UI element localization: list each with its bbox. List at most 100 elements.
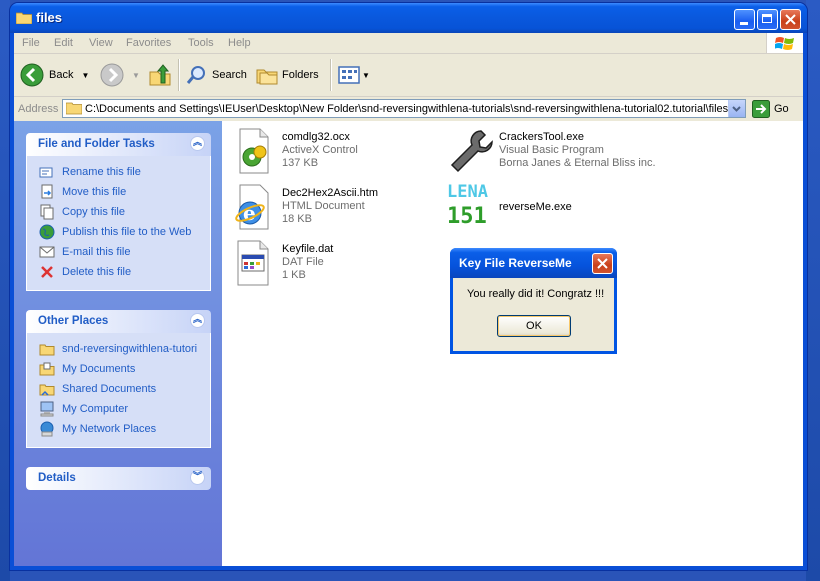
title-bar[interactable]: files xyxy=(10,3,807,33)
minimize-button[interactable] xyxy=(734,9,755,30)
dialog-close-button[interactable] xyxy=(592,253,613,274)
task-label: Move this file xyxy=(62,186,127,198)
window-body: File Edit View Favorites Tools Help Back… xyxy=(14,33,803,566)
copy-icon xyxy=(40,204,54,220)
file-folder-tasks-panel: File and Folder Tasks ︽ Rename this file… xyxy=(26,133,211,291)
file-name: Dec2Hex2Ascii.htm xyxy=(282,187,378,199)
shared-folder-icon xyxy=(39,384,55,396)
toolbar-separator xyxy=(330,59,332,91)
folder-icon xyxy=(66,102,82,115)
file-company: Borna Janes & Eternal Bliss inc. xyxy=(499,157,656,169)
place-parent-folder[interactable]: snd-reversingwithlena-tutori xyxy=(27,339,210,359)
task-label: Copy this file xyxy=(62,206,125,218)
up-folder-button[interactable] xyxy=(148,62,172,88)
ok-button[interactable]: OK xyxy=(497,315,571,337)
chevron-down-icon xyxy=(732,106,741,112)
menu-edit[interactable]: Edit xyxy=(54,37,73,49)
up-folder-icon xyxy=(149,64,171,86)
collapse-icon[interactable]: ︽ xyxy=(190,136,205,151)
desktop-left-edge xyxy=(0,0,10,581)
task-email[interactable]: E-mail this file xyxy=(27,242,210,262)
task-copy[interactable]: Copy this file xyxy=(27,202,210,222)
back-label: Back xyxy=(49,69,74,81)
other-places-panel: Other Places ︽ snd-reversingwithlena-tut… xyxy=(26,310,211,448)
forward-button[interactable]: ▼ xyxy=(100,62,140,88)
file-name: reverseMe.exe xyxy=(499,201,572,213)
toolbar: Back ▼ ▼ Search Folders ▼ xyxy=(14,54,803,97)
file-item[interactable]: Keyfile.dat DAT File 1 KB xyxy=(230,239,333,287)
menu-tools[interactable]: Tools xyxy=(188,37,214,49)
window-title: files xyxy=(36,10,63,25)
task-label: E-mail this file xyxy=(62,246,131,258)
menu-favorites[interactable]: Favorites xyxy=(126,37,171,49)
email-icon xyxy=(39,246,55,258)
panel-title: Details xyxy=(38,472,76,484)
details-header[interactable]: Details ︾ xyxy=(26,467,211,490)
task-pane: File and Folder Tasks ︽ Rename this file… xyxy=(14,121,222,566)
task-delete[interactable]: Delete this file xyxy=(27,262,210,282)
place-my-documents[interactable]: My Documents xyxy=(27,359,210,379)
menu-view[interactable]: View xyxy=(89,37,113,49)
go-arrow-icon xyxy=(752,100,770,118)
close-icon xyxy=(785,14,796,25)
address-bar: Address C:\Documents and Settings\IEUser… xyxy=(14,97,803,121)
search-button[interactable]: Search xyxy=(186,62,247,88)
other-places-header[interactable]: Other Places ︽ xyxy=(26,310,211,333)
expand-icon[interactable]: ︾ xyxy=(190,470,205,485)
maximize-button[interactable] xyxy=(757,9,778,30)
address-field[interactable]: C:\Documents and Settings\IEUser\Desktop… xyxy=(62,99,746,118)
menu-help[interactable]: Help xyxy=(228,37,251,49)
task-move[interactable]: Move this file xyxy=(27,182,210,202)
place-label: snd-reversingwithlena-tutori xyxy=(62,343,198,355)
place-shared-documents[interactable]: Shared Documents xyxy=(27,379,210,399)
file-item[interactable]: CrackersTool.exe Visual Basic Program Bo… xyxy=(447,127,656,175)
message-dialog: Key File ReverseMe You really did it! Co… xyxy=(450,248,617,354)
forward-arrow-icon xyxy=(100,63,124,87)
task-publish[interactable]: Publish this file to the Web xyxy=(27,222,210,242)
content-area: File and Folder Tasks ︽ Rename this file… xyxy=(14,121,803,566)
file-meta: reverseMe.exe xyxy=(499,201,572,227)
search-icon xyxy=(186,66,205,84)
forward-dropdown-icon[interactable]: ▼ xyxy=(132,71,140,80)
lena-icon-text-1: LENA xyxy=(447,182,488,202)
folders-button[interactable]: Folders xyxy=(256,62,319,88)
documents-folder-icon xyxy=(39,362,55,376)
windows-logo-icon xyxy=(766,33,803,53)
collapse-icon[interactable]: ︽ xyxy=(190,313,205,328)
delete-icon xyxy=(41,266,53,278)
dialog-title-bar[interactable]: Key File ReverseMe xyxy=(450,248,617,278)
place-my-computer[interactable]: My Computer xyxy=(27,399,210,419)
file-type: DAT File xyxy=(282,256,324,268)
file-name: CrackersTool.exe xyxy=(499,131,584,143)
go-label: Go xyxy=(774,103,789,115)
address-dropdown-button[interactable] xyxy=(728,100,745,117)
file-item[interactable]: e Dec2Hex2Ascii.htm HTML Document 18 KB xyxy=(230,183,378,231)
back-button[interactable]: Back ▼ xyxy=(20,62,89,88)
views-button[interactable]: ▼ xyxy=(338,62,370,88)
task-rename[interactable]: Rename this file xyxy=(27,162,210,182)
close-button[interactable] xyxy=(780,9,801,30)
lena-app-icon: LENA 151 xyxy=(447,182,488,227)
file-item[interactable]: comdlg32.ocx ActiveX Control 137 KB xyxy=(230,127,358,175)
dialog-body: You really did it! Congratz !!! OK xyxy=(453,278,614,351)
place-label: My Documents xyxy=(62,363,136,375)
wrench-app-icon xyxy=(450,130,493,173)
menu-file[interactable]: File xyxy=(22,37,40,49)
file-type: HTML Document xyxy=(282,200,365,212)
back-dropdown-icon[interactable]: ▼ xyxy=(81,71,89,80)
file-item[interactable]: LENA 151 reverseMe.exe xyxy=(447,179,572,227)
details-panel: Details ︾ xyxy=(26,467,211,490)
lena-icon-text-2: 151 xyxy=(447,204,487,227)
panel-body: Rename this file Move this file Copy thi… xyxy=(26,156,211,291)
close-icon xyxy=(597,258,608,269)
explorer-window: files File Edit View Favorites Tools Hel… xyxy=(10,3,807,570)
panel-title: File and Folder Tasks xyxy=(38,138,155,150)
file-folder-tasks-header[interactable]: File and Folder Tasks ︽ xyxy=(26,133,211,156)
folders-icon xyxy=(256,69,278,85)
place-label: Shared Documents xyxy=(62,383,157,395)
search-label: Search xyxy=(212,69,247,81)
views-dropdown-icon: ▼ xyxy=(362,70,370,80)
go-button[interactable]: Go xyxy=(752,100,789,118)
file-size: 137 KB xyxy=(282,157,319,169)
place-network-places[interactable]: My Network Places xyxy=(27,419,210,439)
